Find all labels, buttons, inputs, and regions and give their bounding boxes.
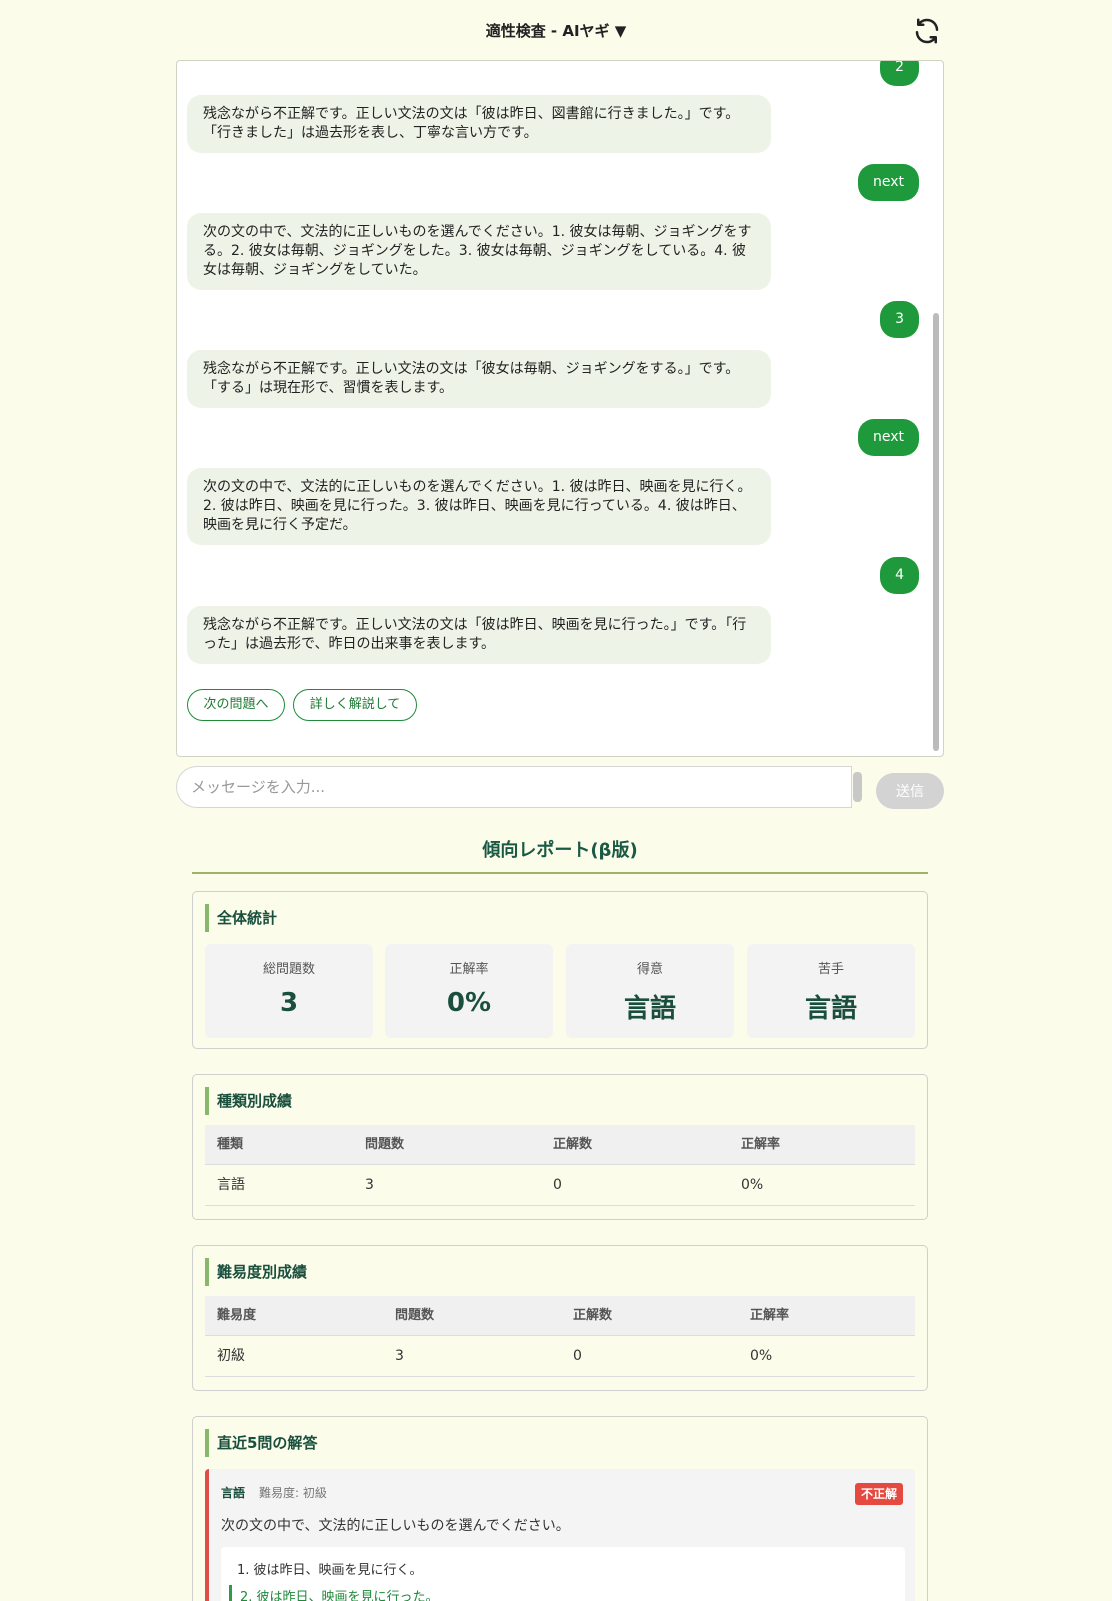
bot-message: 残念ながら不正解です。正しい文法の文は「彼は昨日、映画を見に行った。」です。「行…	[187, 606, 771, 664]
table-cell: 0%	[741, 1177, 764, 1193]
table-cell: 0	[573, 1348, 582, 1364]
column-header: 正解数	[573, 1308, 613, 1323]
report-title: 傾向レポート(β版)	[482, 840, 638, 861]
app-header: 適性検査 - AIヤギ ▼	[0, 0, 1112, 60]
explain-detail-chip[interactable]: 詳しく解説して	[293, 689, 417, 721]
user-message: 4	[880, 557, 919, 594]
column-header: 正解数	[553, 1137, 593, 1152]
app-title-dropdown[interactable]: 適性検査 - AIヤギ ▼	[0, 20, 1112, 41]
send-button[interactable]: 送信	[876, 773, 944, 809]
stat-label: 総問題数	[262, 962, 315, 977]
chat-log[interactable]: 2 残念ながら不正解です。正しい文法の文は「彼は昨日、図書館に行きました。」です…	[176, 60, 944, 757]
answer-option-correct: 2. 彼は昨日、映画を見に行った。	[229, 1585, 439, 1601]
table-cell: 0%	[750, 1348, 773, 1364]
stat-label: 得意	[636, 962, 663, 977]
user-message: next	[857, 164, 919, 201]
message-input[interactable]	[176, 766, 852, 808]
table-row: 言語 3 0 0%	[205, 1165, 915, 1206]
stat-total-questions: 総問題数 3	[205, 944, 373, 1038]
column-header: 難易度	[217, 1308, 257, 1323]
stat-accuracy: 正解率 0%	[385, 944, 553, 1038]
input-resize-handle[interactable]	[853, 772, 862, 802]
section-heading: 直近5問の解答	[205, 1429, 317, 1457]
section-heading: 全体統計	[205, 904, 277, 932]
chat-scrollbar[interactable]	[931, 61, 941, 756]
column-header: 問題数	[395, 1308, 435, 1323]
table-cell: 3	[365, 1177, 374, 1193]
refresh-button[interactable]	[912, 16, 942, 46]
refresh-icon	[915, 18, 939, 44]
incorrect-badge: 不正解	[854, 1483, 903, 1505]
user-message: 2	[880, 61, 919, 86]
column-header: 問題数	[365, 1137, 405, 1152]
table-cell: 3	[395, 1348, 404, 1364]
bot-message: 残念ながら不正解です。正しい文法の文は「彼女は毎朝、ジョギングをする。」です。「…	[187, 350, 771, 408]
message-composer: 送信	[176, 766, 944, 809]
section-heading: 種類別成績	[205, 1087, 292, 1115]
answer-question: 次の文の中で、文法的に正しいものを選んでください。	[221, 1518, 570, 1534]
column-header: 正解率	[750, 1308, 790, 1323]
table-cell: 0	[553, 1177, 562, 1193]
table-cell: 言語	[217, 1177, 245, 1193]
answer-item: 言語 難易度: 初級 不正解 次の文の中で、文法的に正しいものを選んでください。…	[205, 1469, 915, 1601]
stat-value: 0%	[446, 988, 492, 1018]
recent-answers-card: 直近5問の解答 言語 難易度: 初級 不正解 次の文の中で、文法的に正しいものを…	[192, 1416, 928, 1601]
bot-message: 次の文の中で、文法的に正しいものを選んでください。1. 彼女は毎朝、ジョギングを…	[187, 213, 771, 290]
type-stats-card: 種類別成績 種類 問題数 正解数 正解率 言語 3 0 0%	[192, 1074, 928, 1220]
stat-weakness: 苦手 言語	[747, 944, 915, 1038]
stat-value: 3	[279, 988, 299, 1018]
table-header: 難易度 問題数 正解数 正解率	[205, 1296, 915, 1336]
stat-label: 苦手	[817, 962, 844, 977]
stat-strength: 得意 言語	[566, 944, 734, 1038]
table-cell: 初級	[217, 1348, 245, 1364]
report-divider	[192, 872, 928, 874]
stat-value: 言語	[623, 994, 676, 1024]
user-message: 3	[880, 301, 919, 338]
answer-type: 言語	[221, 1486, 246, 1500]
table-header: 種類 問題数 正解数 正解率	[205, 1125, 915, 1165]
bot-message: 次の文の中で、文法的に正しいものを選んでください。1. 彼は昨日、映画を見に行く…	[187, 468, 771, 545]
difficulty-stats-card: 難易度別成績 難易度 問題数 正解数 正解率 初級 3 0 0%	[192, 1245, 928, 1391]
user-message: next	[857, 419, 919, 456]
answer-difficulty: 難易度: 初級	[259, 1486, 327, 1500]
chat-scrollbar-thumb[interactable]	[933, 313, 939, 751]
next-question-chip[interactable]: 次の問題へ	[187, 689, 285, 721]
section-heading: 難易度別成績	[205, 1258, 307, 1286]
stat-value: 言語	[804, 994, 857, 1024]
stat-label: 正解率	[449, 962, 489, 977]
answer-options: 1. 彼は昨日、映画を見に行く。 2. 彼は昨日、映画を見に行った。	[221, 1547, 905, 1601]
bot-message: 残念ながら不正解です。正しい文法の文は「彼は昨日、図書館に行きました。」です。「…	[187, 95, 771, 153]
column-header: 正解率	[741, 1137, 781, 1152]
column-header: 種類	[217, 1137, 244, 1152]
table-row: 初級 3 0 0%	[205, 1336, 915, 1377]
answer-option: 1. 彼は昨日、映画を見に行く。	[237, 1563, 423, 1578]
overall-stats-card: 全体統計 総問題数 3 正解率 0% 得意 言語 苦手 言語	[192, 891, 928, 1049]
